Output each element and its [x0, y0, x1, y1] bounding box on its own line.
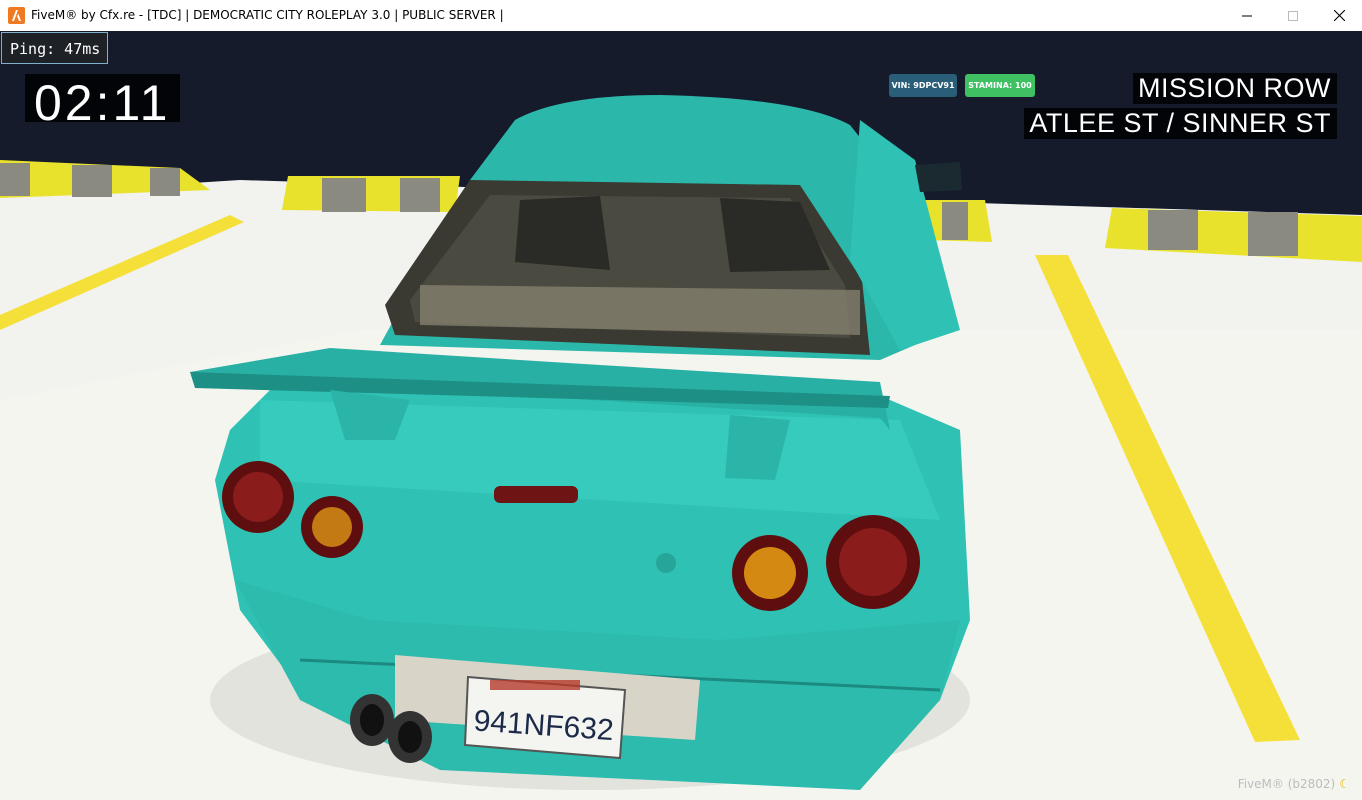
hud-clock: 02:11: [25, 74, 180, 122]
build-version: FiveM® (b2802) ☾: [1238, 777, 1350, 791]
parking-curb: [282, 176, 460, 212]
build-version-text: FiveM® (b2802): [1237, 777, 1336, 791]
window-title: FiveM® by Cfx.re - [TDC] | DEMOCRATIC CI…: [31, 8, 504, 22]
title-bar: FiveM® by Cfx.re - [TDC] | DEMOCRATIC CI…: [0, 0, 1362, 32]
maximize-button[interactable]: [1270, 0, 1316, 31]
parking-curb: [925, 200, 992, 242]
minimize-button[interactable]: [1224, 0, 1270, 31]
stamina-badge: STAMINA: 100: [965, 74, 1035, 97]
game-viewport[interactable]: 941NF632 02:11 VIN: 9DPCV91 STAMINA: 100…: [0, 31, 1362, 800]
close-button[interactable]: [1316, 0, 1362, 31]
license-plate: 941NF632: [463, 675, 627, 760]
fivem-icon: [8, 7, 25, 24]
vin-badge: VIN: 9DPCV91: [889, 74, 957, 97]
ping-indicator: Ping: 47ms: [1, 32, 109, 64]
zone-name: MISSION ROW: [1133, 73, 1337, 104]
moon-icon: ☾: [1339, 777, 1350, 791]
maximize-icon: [1288, 10, 1298, 21]
close-icon: [1333, 10, 1345, 21]
minimize-icon: [1242, 15, 1252, 16]
game-scene: 941NF632: [0, 31, 1362, 800]
fivem-window: FiveM® by Cfx.re - [TDC] | DEMOCRATIC CI…: [0, 0, 1362, 800]
street-name: ATLEE ST / SINNER ST: [1024, 108, 1337, 139]
brake-light: [494, 486, 578, 503]
